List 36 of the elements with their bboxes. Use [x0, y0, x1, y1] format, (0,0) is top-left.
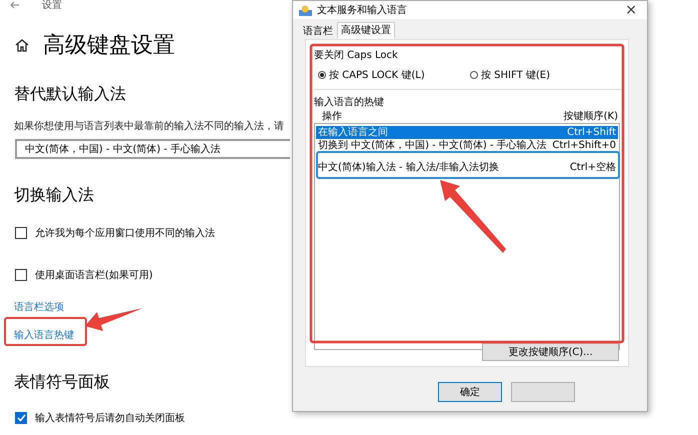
description-text: 如果你想使用与语言列表中最靠前的输入法不同的输入法，请	[13, 120, 285, 133]
close-button[interactable]: ×	[621, 2, 641, 18]
link[interactable]: 输入语言热键	[0, 328, 74, 342]
checkbox-label: 使用桌面语言栏(如果可用)	[35, 268, 153, 282]
link[interactable]: 语言栏选项	[0, 300, 64, 314]
window-title: 设置	[42, 0, 62, 12]
checkbox-label: 输入表情符号后请勿自动关闭面板	[35, 412, 185, 425]
group-title: 输入语言的热键	[314, 96, 385, 109]
checkbox-label: 允许我为每个应用窗口使用不同的输入法	[35, 226, 215, 240]
dialog-title: 文本服务和输入语言	[317, 4, 408, 17]
radio-label: 按 CAPS LOCK 键(L)	[329, 68, 425, 82]
group-title: 要关闭 Caps Lock	[314, 48, 399, 62]
radio-button[interactable]	[318, 71, 326, 79]
ok-button[interactable]: 确定	[438, 382, 502, 402]
hotkey-row[interactable]: 切换到 中文(简体，中国) - 中文(简体) - 手心输入法 Ctrl+Shift+0	[316, 139, 618, 152]
section-heading: 表情符号面板	[13, 372, 111, 393]
home-icon[interactable]	[15, 38, 29, 52]
radio-button[interactable]	[470, 71, 478, 79]
tab[interactable]: 高级键设置	[337, 22, 395, 39]
section-heading: 替代默认输入法	[13, 84, 127, 105]
checkbox[interactable]	[15, 269, 27, 281]
column-header: 按键顺序(K)	[564, 110, 618, 123]
change-key-sequence-button[interactable]: 更改按键顺序(C)...	[482, 343, 619, 361]
page-heading: 高级键盘设置	[43, 32, 175, 60]
hotkey-row[interactable]: 中文(简体)输入法 - 输入法/非输入法切换 Ctrl+空格	[316, 161, 618, 174]
input-method-dropdown[interactable]: 中文(简体，中国) - 中文(简体) - 手心输入法	[15, 139, 290, 159]
section-heading: 切换输入法	[13, 185, 95, 206]
app-icon	[299, 4, 312, 16]
checkbox[interactable]	[15, 227, 27, 239]
column-header: 操作	[322, 110, 342, 123]
checkbox[interactable]	[15, 412, 27, 424]
tab[interactable]: 语言栏	[299, 24, 337, 39]
back-arrow-icon[interactable]	[10, 1, 20, 9]
pointer-arrow	[85, 308, 143, 331]
hotkey-row[interactable]: 在输入语言之间 Ctrl+Shift	[316, 126, 618, 139]
radio-label: 按 SHIFT 键(E)	[481, 68, 550, 82]
